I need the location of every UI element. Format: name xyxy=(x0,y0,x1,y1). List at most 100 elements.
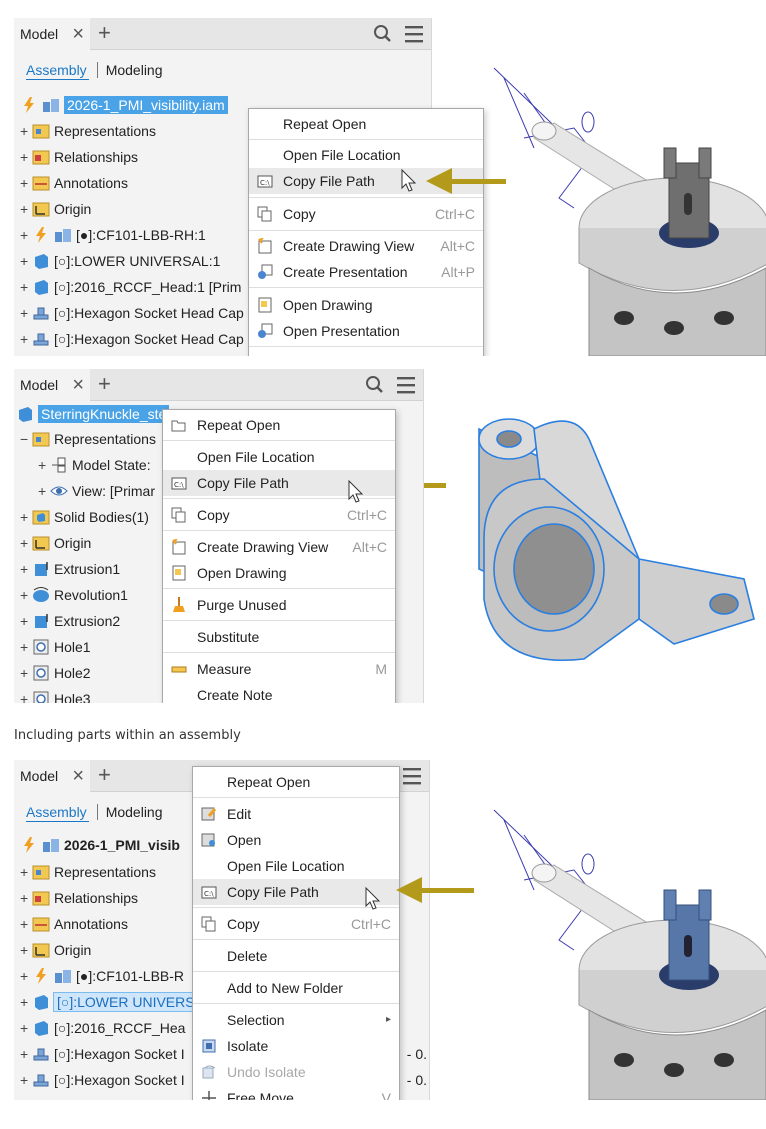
fastener-icon xyxy=(33,333,49,346)
tree-item-view[interactable]: + View: [Primar xyxy=(38,478,155,504)
tab-model[interactable]: Model × xyxy=(14,369,90,401)
open-icon xyxy=(201,833,215,847)
tree-item-component[interactable]: + [○]:Hexagon Socket Head Cap xyxy=(20,300,244,326)
tree-item-label: [○]:Hexagon Socket Head Cap xyxy=(54,305,244,321)
tab-model[interactable]: Model × xyxy=(14,18,90,50)
tree-item-component[interactable]: + [○]:LOWER UNIVERSAL:1 xyxy=(20,248,220,274)
close-icon[interactable]: × xyxy=(72,18,84,50)
extrusion-icon xyxy=(35,562,48,576)
menu-item-repeat-open[interactable]: Repeat Open xyxy=(193,769,399,795)
tree-item-label: 2026-1_PMI_visib xyxy=(64,837,180,853)
tree-item-component[interactable]: + [○]:2016_RCCF_Hea xyxy=(20,1015,185,1041)
tree-item-hole[interactable]: + Hole1 xyxy=(20,634,91,660)
menu-item-isolate[interactable]: Isolate xyxy=(193,1033,399,1059)
menu-item-open[interactable]: Open xyxy=(193,827,399,853)
tree-item-component[interactable]: + [○]:Hexagon Socket I xyxy=(20,1067,185,1093)
tree-item-component[interactable]: + [○]:2016_RCCF_Head:1 [Prim xyxy=(20,274,241,300)
menu-item-repeat-open[interactable]: Repeat Open xyxy=(163,412,395,438)
menu-item-delete[interactable]: Delete xyxy=(193,943,399,969)
tree-item-root[interactable]: 2026-1_PMI_visibility.iam xyxy=(20,92,228,118)
tree-item-annotations[interactable]: + Annotations xyxy=(20,911,128,937)
tab-model-label: Model xyxy=(20,26,59,42)
menu-item-undo-isolate[interactable]: Undo Isolate xyxy=(193,1059,399,1085)
menu-item-label: Free Move xyxy=(227,1090,294,1100)
tree-item-label: [●]:CF101-LBB-RH:1 xyxy=(76,227,206,243)
menu-item-label: Repeat Open xyxy=(197,417,281,433)
subtab-modeling[interactable]: Modeling xyxy=(106,62,163,78)
menu-item-label: Repeat Open xyxy=(227,774,311,790)
menu-item-label: Open File Location xyxy=(227,858,345,874)
menu-item-purge-unused[interactable]: Purge Unused xyxy=(163,592,395,618)
edit-icon xyxy=(201,807,217,821)
close-icon[interactable]: × xyxy=(72,369,84,401)
tree-item-representations[interactable]: + Representations xyxy=(20,118,156,144)
tree-item-representations[interactable]: − Representations xyxy=(20,426,156,452)
tree-item-label: Representations xyxy=(54,431,156,447)
menu-item-copy[interactable]: Copy Ctrl+C xyxy=(163,502,395,528)
caption: Including parts within an assembly xyxy=(14,728,241,743)
menu-item-open-drawing[interactable]: Open Drawing xyxy=(163,560,395,586)
fastener-icon xyxy=(33,1074,49,1087)
subtab-assembly[interactable]: Assembly xyxy=(26,62,89,80)
tree-item-origin[interactable]: + Origin xyxy=(20,937,91,963)
tree-item-model-state[interactable]: + Model State: xyxy=(38,452,151,478)
hole-icon xyxy=(33,639,49,655)
lightning-icon xyxy=(36,227,46,243)
tree-item-label: [○]:LOWER UNIVERS xyxy=(53,992,199,1012)
tree-item-component[interactable]: + [●]:CF101-LBB-RH:1 xyxy=(20,222,206,248)
menu-item-free-move[interactable]: Free Move V xyxy=(193,1085,399,1100)
menu-item-label: Copy xyxy=(227,916,260,932)
tree-item-hole[interactable]: + Hole2 xyxy=(20,660,91,686)
subtab-modeling[interactable]: Modeling xyxy=(106,804,163,820)
close-icon[interactable]: × xyxy=(72,760,84,792)
tab-model[interactable]: Model × xyxy=(14,760,90,792)
menu-item-label: Copy File Path xyxy=(227,884,319,900)
add-tab-icon[interactable]: + xyxy=(98,18,111,50)
copy-path-icon: C:\ xyxy=(257,175,273,188)
tree-item-extrusion[interactable]: + Extrusion2 xyxy=(20,608,120,634)
add-tab-icon[interactable]: + xyxy=(98,369,111,401)
search-icon[interactable] xyxy=(366,376,383,393)
tree-item-revolution[interactable]: + Revolution1 xyxy=(20,582,128,608)
tree-item-annotations[interactable]: + Annotations xyxy=(20,170,128,196)
tree-item-relationships[interactable]: + Relationships xyxy=(20,885,138,911)
subtab-assembly[interactable]: Assembly xyxy=(26,804,89,822)
menu-item-substitute[interactable]: Substitute xyxy=(163,624,395,650)
presentation-icon xyxy=(258,264,273,279)
representations-icon xyxy=(32,124,50,139)
menu-item-open-file-location[interactable]: Open File Location xyxy=(193,853,399,879)
tree-item-origin[interactable]: + Origin xyxy=(20,196,91,222)
tree-item-label: Origin xyxy=(54,535,92,551)
menu-item-measure[interactable]: Measure M xyxy=(163,656,395,682)
origin-icon xyxy=(32,943,50,958)
viewport-1 xyxy=(401,67,766,356)
tree-item-hole[interactable]: + Hole3 xyxy=(20,686,91,703)
tree-item-label: Relationships xyxy=(54,149,139,165)
tree-item-extrusion[interactable]: + Extrusion1 xyxy=(20,556,120,582)
tree-item-solid-bodies[interactable]: + Solid Bodies(1) xyxy=(20,504,149,530)
assembly-icon xyxy=(43,839,59,852)
menu-item-copy[interactable]: Copy Ctrl+C xyxy=(193,911,399,937)
menu-item-selection[interactable]: Selection ▸ xyxy=(193,1007,399,1033)
menu-icon[interactable] xyxy=(397,377,415,394)
tree-item-label: Extrusion2 xyxy=(54,613,121,629)
tree-item-component[interactable]: + [●]:CF101-LBB-R xyxy=(20,963,184,989)
tree-item-root[interactable]: SterringKnuckle_ste xyxy=(16,401,170,427)
tree-item-root[interactable]: 2026-1_PMI_visib xyxy=(20,832,180,858)
tree-item-component[interactable]: + [○]:Hexagon Socket I xyxy=(20,1041,185,1067)
menu-item-create-note[interactable]: Create Note xyxy=(163,682,395,703)
menu-item-add-to-new-folder[interactable]: Add to New Folder xyxy=(193,975,399,1001)
menu-item-create-drawing-view[interactable]: Create Drawing View Alt+C xyxy=(163,534,395,560)
tree-item-component[interactable]: + [○]:Hexagon Socket Head Cap xyxy=(20,326,244,352)
mouse-cursor-icon xyxy=(401,168,417,192)
tree-item-relationships[interactable]: + Relationships xyxy=(20,144,138,170)
add-tab-icon[interactable]: + xyxy=(98,760,111,792)
tree-item-representations[interactable]: + Representations xyxy=(20,859,156,885)
menu-item-edit[interactable]: Edit xyxy=(193,801,399,827)
part-icon xyxy=(35,254,48,269)
tab-model-label: Model xyxy=(20,768,59,784)
menu-item-open-file-location[interactable]: Open File Location xyxy=(163,444,395,470)
tree-item-origin[interactable]: + Origin xyxy=(20,530,91,556)
tree-item-component[interactable]: + [○]:LOWER UNIVERS xyxy=(20,989,199,1015)
menu-item-label: Copy xyxy=(197,507,230,523)
